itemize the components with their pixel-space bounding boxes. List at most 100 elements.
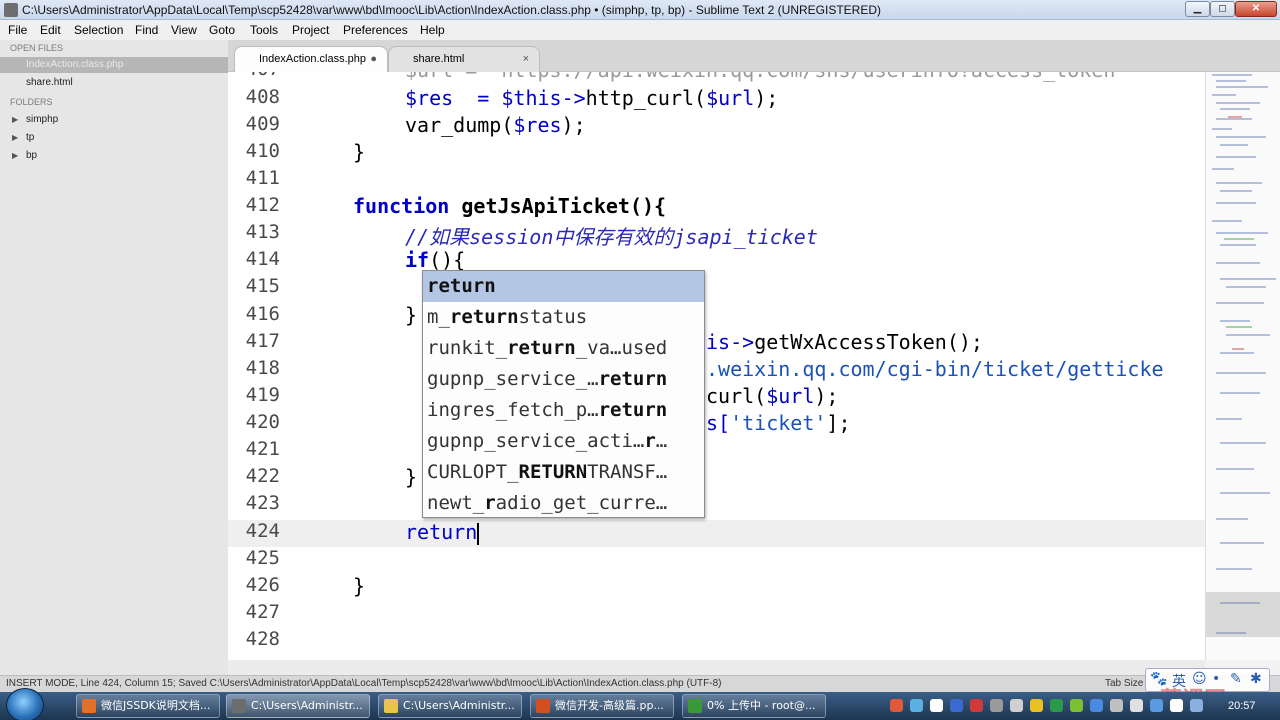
tray-app-icon[interactable] [950,699,963,712]
horizontal-scroll-area[interactable] [228,660,1205,675]
code-token: function [353,194,450,218]
task-winscp[interactable]: 0% 上传中 - root@... [682,694,826,718]
code-line-426: } [353,574,366,598]
line-number: 410 [245,140,280,162]
line-number: 416 [245,303,280,325]
volume-icon[interactable] [1170,699,1183,712]
autocomplete-item[interactable]: CURLOPT_RETURNTRANSF… [423,457,704,488]
maximize-button[interactable]: ◻ [1210,1,1235,17]
tray-app-icon[interactable] [1190,699,1203,712]
sidebar-folder-bp[interactable]: ▶ bp [0,148,228,164]
minimap-viewport[interactable] [1206,592,1280,637]
code-token: var_dump( [405,113,514,137]
tray-app-icon[interactable] [930,699,943,712]
settings-icon[interactable]: ✱ [1250,671,1262,687]
code-line-407: $url = "https://api.weixin.qq.com/sns/us… [405,72,1115,82]
pencil-icon[interactable]: ✎ [1230,671,1242,687]
sidebar-open-file[interactable]: IndexAction.class.php [0,57,228,73]
ac-post: status [518,306,588,328]
autocomplete-popup[interactable]: return m_returnstatus runkit_return_va…u… [422,270,705,518]
line-number: 428 [245,628,280,650]
close-tab-icon[interactable]: × [523,47,529,71]
task-label: 微信JSSDK说明文档... [101,699,211,712]
menu-tools[interactable]: Tools [250,20,278,40]
minimap[interactable] [1205,72,1280,660]
autocomplete-item[interactable]: return [423,271,704,302]
unsaved-dot-icon[interactable]: ● [370,47,377,71]
sidebar-folder-tp[interactable]: ▶ tp [0,130,228,146]
sidebar-open-file[interactable]: share.html [0,75,228,91]
code-line-422: } [405,465,418,489]
code-token: $url [706,86,755,110]
tab-indexaction[interactable]: IndexAction.class.php ● [234,46,388,72]
ac-match: r [484,492,496,514]
ac-match: r [644,430,656,452]
nvidia-icon[interactable] [1070,699,1083,712]
clock[interactable]: 20:57 [1228,692,1256,720]
menu-goto[interactable]: Goto [209,20,235,40]
code-line-409: var_dump($res); [405,113,586,137]
menu-preferences[interactable]: Preferences [343,20,408,40]
menu-selection[interactable]: Selection [74,20,123,40]
close-button[interactable]: ✕ [1235,1,1277,17]
menu-help[interactable]: Help [420,20,445,40]
network-icon[interactable] [1150,699,1163,712]
task-sublime[interactable]: C:\Users\Administr... [226,694,370,718]
start-button[interactable] [6,688,44,720]
autocomplete-item[interactable]: ingres_fetch_p…return [423,395,704,426]
menu-project[interactable]: Project [292,20,329,40]
menu-edit[interactable]: Edit [40,20,61,40]
autocomplete-item[interactable]: gupnp_service_…return [423,364,704,395]
line-number: 415 [245,275,280,297]
taskbar: 微信JSSDK说明文档... C:\Users\Administr... C:\… [0,688,1280,720]
tray-app-icon[interactable] [990,699,1003,712]
sidebar: OPEN FILES IndexAction.class.php share.h… [0,40,228,675]
expand-arrow-icon[interactable]: ▶ [12,112,18,128]
ac-match: return [427,275,496,297]
task-powerpoint[interactable]: 微信开发-高级篇.pp... [530,694,674,718]
line-number: 426 [245,574,280,596]
flag-icon[interactable] [1130,699,1143,712]
line-number: 418 [245,357,280,379]
tray-app-icon[interactable] [910,699,923,712]
line-number: 414 [245,248,280,270]
firefox-icon [82,699,96,713]
current-line-highlight [228,520,1205,547]
ac-match: return [507,337,576,359]
expand-arrow-icon[interactable]: ▶ [12,148,18,164]
tab-share-html[interactable]: share.html × [388,46,540,72]
autocomplete-item[interactable]: gupnp_service_acti…r… [423,426,704,457]
autocomplete-item[interactable]: m_returnstatus [423,302,704,333]
tray-app-icon[interactable] [1050,699,1063,712]
tray-app-icon[interactable] [1090,699,1103,712]
autocomplete-item[interactable]: newt_radio_get_curre… [423,488,704,517]
tray-app-icon[interactable] [970,699,983,712]
minimize-button[interactable]: ▁ [1185,1,1210,17]
ac-post: _va…used [575,337,668,359]
code-token: if [405,248,430,272]
tray-app-icon[interactable] [1030,699,1043,712]
task-browser[interactable]: 微信JSSDK说明文档... [76,694,220,718]
menu-find[interactable]: Find [135,20,158,40]
ac-post: adio_get_curre… [495,492,668,514]
tray-app-icon[interactable] [1010,699,1023,712]
code-token: $res [513,113,562,137]
sidebar-folder-simphp[interactable]: ▶ simphp [0,112,228,128]
expand-arrow-icon[interactable]: ▶ [12,130,18,146]
folder-label: tp [26,132,35,143]
tab-size-indicator[interactable]: Tab Size [1105,676,1143,692]
autocomplete-item[interactable]: runkit_return_va…used [423,333,704,364]
code-line-420: s['ticket']; [706,411,851,435]
task-label: 微信开发-高级篇.pp... [555,699,664,712]
task-explorer[interactable]: C:\Users\Administr... [378,694,522,718]
line-number: 427 [245,601,280,623]
code-editor[interactable]: 407 408 409 410 411 412 413 414 415 416 … [228,72,1205,660]
code-token: s[ [706,411,731,435]
code-line-424: return [405,520,480,545]
code-line-410: } [353,140,366,164]
menu-view[interactable]: View [171,20,197,40]
code-token: -> [561,86,586,110]
menu-file[interactable]: File [8,20,27,40]
tray-app-icon[interactable] [890,699,903,712]
tray-app-icon[interactable] [1110,699,1123,712]
